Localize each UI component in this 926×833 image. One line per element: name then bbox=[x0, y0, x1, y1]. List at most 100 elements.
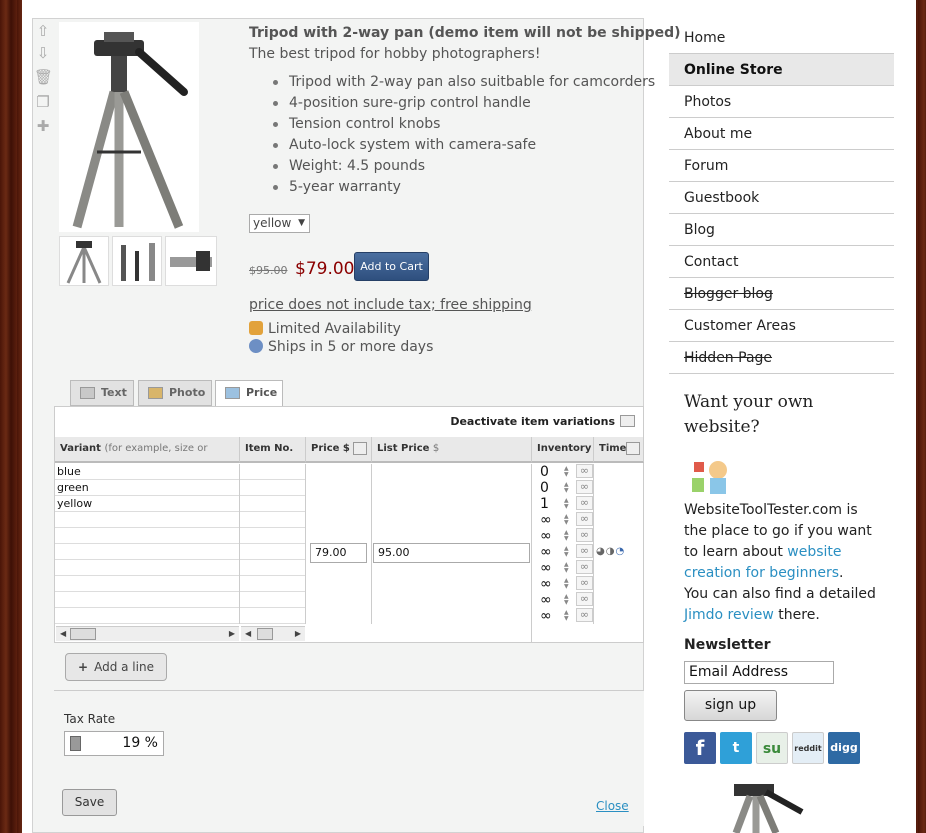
variant-name-cell[interactable] bbox=[55, 608, 239, 624]
stepper-icon[interactable]: ▲ ▼ bbox=[564, 482, 569, 494]
thumbnail-2[interactable] bbox=[112, 236, 162, 286]
copy-icon[interactable]: ❐ bbox=[34, 93, 52, 111]
reddit-icon[interactable]: reddit bbox=[792, 732, 824, 764]
save-button[interactable]: Save bbox=[62, 789, 117, 816]
infinity-icon[interactable]: ∞ bbox=[576, 592, 593, 606]
horizontal-scrollbar-variant[interactable]: ◀ ▶ bbox=[56, 626, 239, 641]
tax-info-link[interactable]: price does not include tax; free shippin… bbox=[249, 297, 532, 313]
item-no-cell[interactable] bbox=[240, 464, 305, 480]
inventory-row[interactable]: ∞ ▲ ▼ ∞ bbox=[532, 576, 593, 592]
infinity-icon[interactable]: ∞ bbox=[576, 576, 593, 590]
variant-name-cell[interactable]: blue bbox=[55, 464, 239, 480]
nav-item-blogger-blog[interactable]: Blogger blog bbox=[669, 278, 894, 310]
item-no-cell[interactable] bbox=[240, 576, 305, 592]
trash-icon[interactable]: 🗑 bbox=[34, 68, 53, 86]
item-no-cell[interactable] bbox=[240, 608, 305, 624]
inventory-row[interactable]: ∞ ▲ ▼ ∞ bbox=[532, 544, 593, 560]
stepper-icon[interactable]: ▲ ▼ bbox=[564, 514, 569, 526]
variant-name-cell[interactable] bbox=[55, 576, 239, 592]
nav-item-customer-areas[interactable]: Customer Areas bbox=[669, 310, 894, 342]
variant-name-cell[interactable] bbox=[55, 512, 239, 528]
add-line-button[interactable]: + Add a line bbox=[65, 653, 167, 681]
variant-name-cell[interactable]: green bbox=[55, 480, 239, 496]
inventory-row[interactable]: 0 ▲ ▼ ∞ bbox=[532, 480, 593, 496]
infinity-icon[interactable]: ∞ bbox=[576, 560, 593, 574]
nav-item-contact[interactable]: Contact bbox=[669, 246, 894, 278]
nav-item-forum[interactable]: Forum bbox=[669, 150, 894, 182]
inventory-row[interactable]: 0 ▲ ▼ ∞ bbox=[532, 464, 593, 480]
stumbleupon-icon[interactable]: su bbox=[756, 732, 788, 764]
infinity-icon[interactable]: ∞ bbox=[576, 512, 593, 526]
infinity-icon[interactable]: ∞ bbox=[576, 464, 593, 478]
deactivate-variations-button[interactable]: Deactivate item variations bbox=[450, 415, 635, 428]
item-no-cell[interactable] bbox=[240, 496, 305, 512]
tab-photo[interactable]: Photo bbox=[138, 380, 212, 406]
nav-item-blog[interactable]: Blog bbox=[669, 214, 894, 246]
infinity-icon[interactable]: ∞ bbox=[576, 544, 593, 558]
infinity-icon[interactable]: ∞ bbox=[576, 528, 593, 542]
jimdo-review-link[interactable]: Jimdo review bbox=[684, 607, 774, 623]
signup-button[interactable]: sign up bbox=[684, 690, 777, 721]
inventory-row[interactable]: ∞ ▲ ▼ ∞ bbox=[532, 592, 593, 608]
inventory-row[interactable]: ∞ ▲ ▼ ∞ bbox=[532, 512, 593, 528]
stepper-icon[interactable]: ▲ ▼ bbox=[564, 594, 569, 606]
nav-item-home[interactable]: Home bbox=[669, 22, 894, 54]
variant-select[interactable]: yellow ▼ bbox=[249, 214, 310, 233]
inventory-row[interactable]: ∞ ▲ ▼ ∞ bbox=[532, 608, 593, 624]
scroll-left-icon[interactable]: ◀ bbox=[245, 627, 251, 640]
tab-price[interactable]: Price bbox=[215, 380, 283, 408]
email-field[interactable]: Email Address bbox=[684, 661, 834, 684]
stepper-icon[interactable]: ▲ ▼ bbox=[564, 562, 569, 574]
stepper-icon[interactable]: ▲ ▼ bbox=[564, 498, 569, 510]
sidebar-product-image[interactable] bbox=[716, 778, 806, 833]
thumbnail-1[interactable] bbox=[59, 236, 109, 286]
nav-item-photos[interactable]: Photos bbox=[669, 86, 894, 118]
clock-icon[interactable]: ◔ bbox=[615, 546, 625, 557]
tab-text[interactable]: Text bbox=[70, 380, 134, 406]
variant-name-cell[interactable] bbox=[55, 544, 239, 560]
infinity-icon[interactable]: ∞ bbox=[576, 480, 593, 494]
stepper-icon[interactable]: ▲ ▼ bbox=[564, 578, 569, 590]
price-input[interactable]: 79.00 bbox=[310, 543, 367, 563]
item-no-cell[interactable] bbox=[240, 528, 305, 544]
stepper-icon[interactable]: ▲ ▼ bbox=[564, 530, 569, 542]
nav-item-hidden-page[interactable]: Hidden Page bbox=[669, 342, 894, 374]
move-down-icon[interactable]: ⇩ bbox=[34, 44, 52, 62]
variant-name-cell[interactable]: yellow bbox=[55, 496, 239, 512]
nav-item-online-store[interactable]: Online Store bbox=[669, 54, 894, 86]
thumbnail-3[interactable] bbox=[165, 236, 217, 286]
tax-rate-input[interactable]: 19 % bbox=[64, 731, 164, 756]
variant-name-cell[interactable] bbox=[55, 560, 239, 576]
stepper-icon[interactable]: ▲ ▼ bbox=[564, 546, 569, 558]
inventory-row[interactable]: ∞ ▲ ▼ ∞ bbox=[532, 528, 593, 544]
variant-name-cell[interactable] bbox=[55, 592, 239, 608]
column-time[interactable]: Time bbox=[594, 437, 644, 463]
list-price-input[interactable]: 95.00 bbox=[373, 543, 530, 563]
close-link[interactable]: Close bbox=[596, 799, 629, 813]
time-icons[interactable]: ◕◑◔ bbox=[596, 546, 625, 557]
item-no-cell[interactable] bbox=[240, 560, 305, 576]
scroll-thumb[interactable] bbox=[257, 628, 273, 640]
product-main-image[interactable] bbox=[59, 22, 199, 232]
nav-item-guestbook[interactable]: Guestbook bbox=[669, 182, 894, 214]
infinity-icon[interactable]: ∞ bbox=[576, 496, 593, 510]
infinity-icon[interactable]: ∞ bbox=[576, 608, 593, 622]
stepper-icon[interactable]: ▲ ▼ bbox=[564, 466, 569, 478]
item-no-cell[interactable] bbox=[240, 480, 305, 496]
digg-icon[interactable]: digg bbox=[828, 732, 860, 764]
scroll-right-icon[interactable]: ▶ bbox=[229, 627, 235, 640]
item-no-cell[interactable] bbox=[240, 544, 305, 560]
add-icon[interactable]: ✚ bbox=[34, 117, 52, 135]
horizontal-scrollbar-item-no[interactable]: ◀ ▶ bbox=[241, 626, 305, 641]
item-no-cell[interactable] bbox=[240, 592, 305, 608]
scroll-right-icon[interactable]: ▶ bbox=[295, 627, 301, 640]
time-option-icon[interactable]: ◕ bbox=[596, 546, 606, 557]
inventory-row[interactable]: 1 ▲ ▼ ∞ bbox=[532, 496, 593, 512]
add-to-cart-button[interactable]: Add to Cart bbox=[354, 252, 429, 281]
scroll-thumb[interactable] bbox=[70, 628, 96, 640]
column-price[interactable]: Price $ bbox=[306, 437, 372, 463]
variant-name-cell[interactable] bbox=[55, 528, 239, 544]
time-option-icon[interactable]: ◑ bbox=[606, 546, 616, 557]
stepper-icon[interactable]: ▲ ▼ bbox=[564, 610, 569, 622]
facebook-icon[interactable]: f bbox=[684, 732, 716, 764]
